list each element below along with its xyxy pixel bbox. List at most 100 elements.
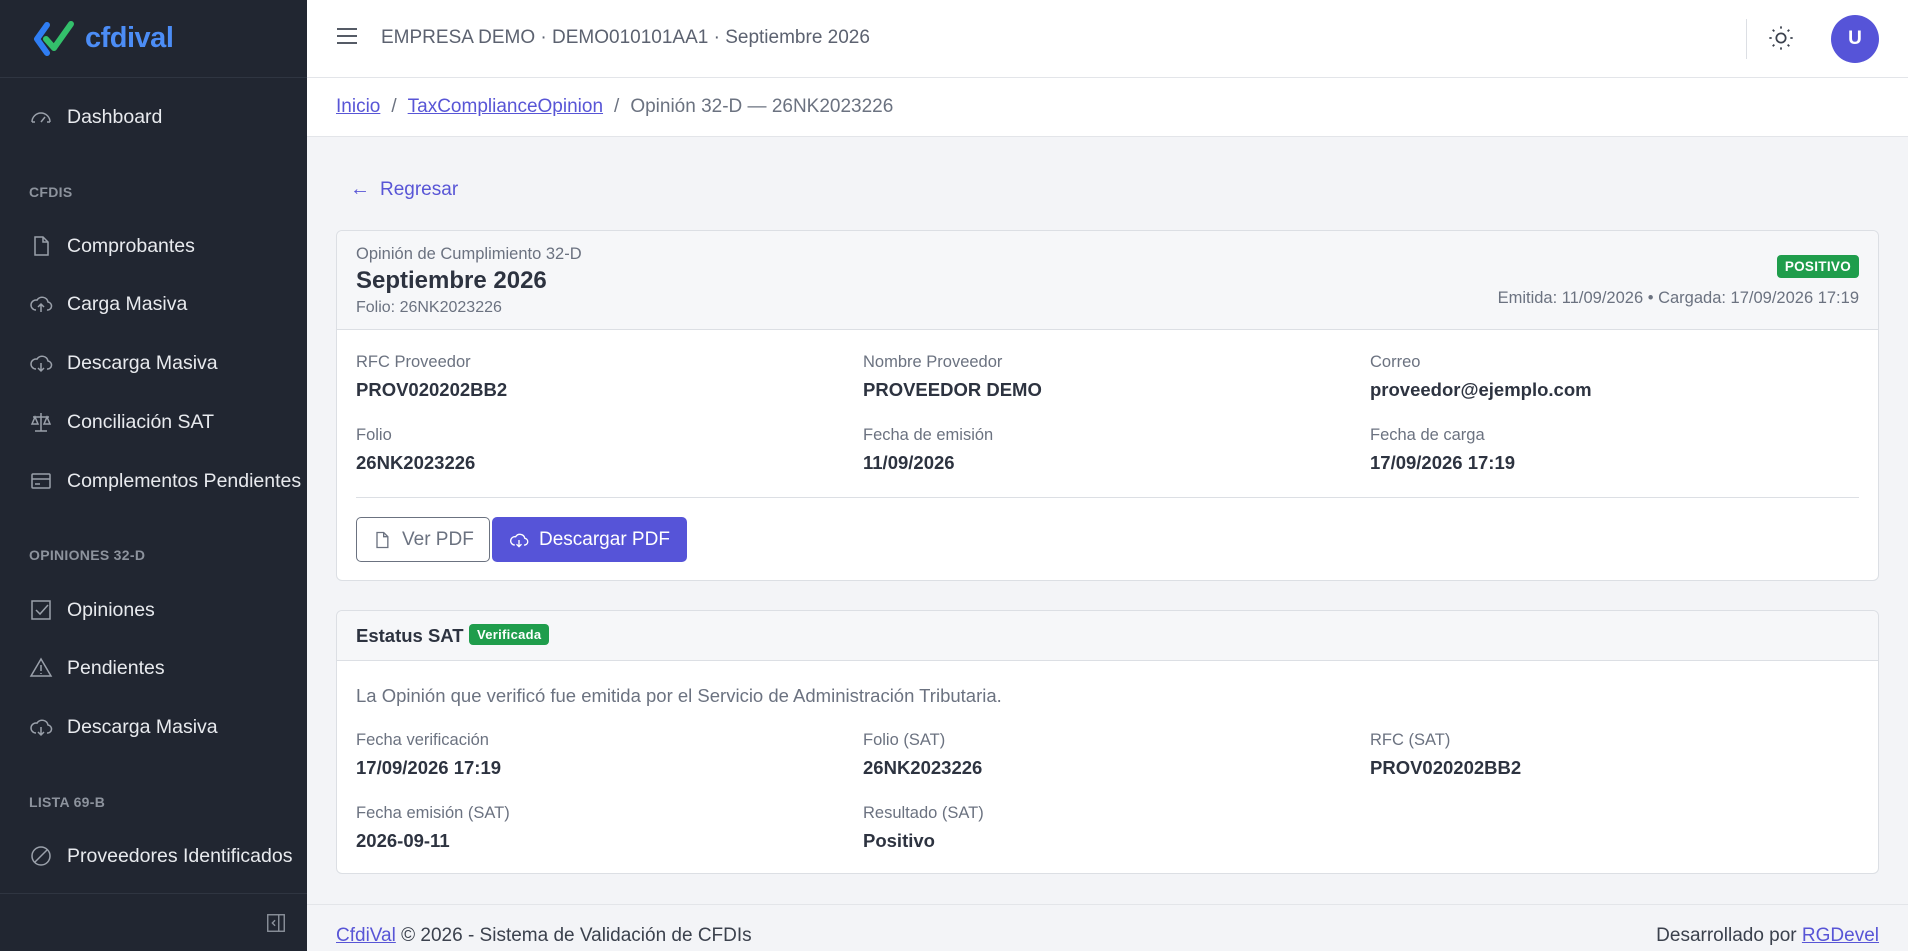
brand-name: cfdival bbox=[85, 22, 174, 54]
opinion-dates: Emitida: 11/09/2026 • Cargada: 17/09/202… bbox=[1497, 289, 1859, 307]
menu-toggle-icon[interactable] bbox=[337, 28, 357, 48]
opinion-card: Opinión de Cumplimiento 32-D Septiembre … bbox=[336, 230, 1879, 581]
sidebar-item-dashboard[interactable]: Dashboard bbox=[0, 92, 307, 142]
footer-brand-link[interactable]: CfdiVal bbox=[336, 925, 396, 946]
sidebar-item-label: Carga Masiva bbox=[67, 292, 188, 315]
user-avatar[interactable]: U bbox=[1831, 15, 1879, 63]
view-pdf-button[interactable]: Ver PDF bbox=[356, 517, 490, 562]
field-value: Positivo bbox=[863, 830, 935, 851]
field-value: proveedor@ejemplo.com bbox=[1370, 379, 1592, 400]
field-rfc-proveedor: RFC Proveedor PROV020202BB2 bbox=[356, 353, 507, 401]
speedometer-icon bbox=[29, 105, 53, 129]
sidebar: cfdival Dashboard CFDIS Comprobantes Car… bbox=[0, 0, 307, 951]
sidebar-item-pendientes[interactable]: Pendientes bbox=[0, 643, 307, 693]
field-value: 2026-09-11 bbox=[356, 830, 450, 851]
sidebar-collapse-bar bbox=[0, 893, 307, 951]
footer-dev-link[interactable]: RGDevel bbox=[1802, 925, 1879, 946]
field-value: 17/09/2026 17:19 bbox=[356, 757, 502, 778]
breadcrumb-separator: / bbox=[391, 96, 397, 117]
field-value: 11/09/2026 bbox=[863, 452, 955, 473]
cloud-upload-icon bbox=[29, 292, 53, 316]
field-resultado-sat: Resultado (SAT) Positivo bbox=[863, 804, 984, 852]
field-label: RFC (SAT) bbox=[1370, 731, 1451, 749]
sidebar-item-comprobantes[interactable]: Comprobantes bbox=[0, 221, 307, 271]
sidebar-item-label: Complementos Pendientes bbox=[67, 469, 302, 492]
field-label: Resultado (SAT) bbox=[863, 804, 984, 822]
footer-copyright: CfdiVal © 2026 - Sistema de Validación d… bbox=[336, 925, 752, 947]
sidebar-item-descarga-masiva-opiniones[interactable]: Descarga Masiva bbox=[0, 702, 307, 752]
breadcrumb: Inicio / TaxComplianceOpinion / Opinión … bbox=[307, 78, 1908, 137]
brand-logo[interactable]: cfdival bbox=[0, 0, 307, 78]
field-label: Folio (SAT) bbox=[863, 731, 946, 749]
theme-toggle-sun-icon[interactable] bbox=[1767, 24, 1795, 52]
footer-credits: Desarrollado por RGDevel bbox=[1656, 925, 1879, 947]
field-label: Fecha de carga bbox=[1370, 426, 1485, 444]
field-fecha-emision: Fecha de emisión 11/09/2026 bbox=[863, 426, 993, 474]
footer: CfdiVal © 2026 - Sistema de Validación d… bbox=[307, 904, 1908, 951]
sidebar-item-label: Comprobantes bbox=[67, 234, 195, 257]
sidebar-section-opiniones: OPINIONES 32-D bbox=[29, 547, 146, 563]
sat-status-card: Estatus SAT Verificada La Opinión que ve… bbox=[336, 610, 1879, 874]
balance-scale-icon bbox=[29, 410, 53, 434]
field-correo: Correo proveedor@ejemplo.com bbox=[1370, 353, 1592, 401]
sidebar-item-carga-masiva[interactable]: Carga Masiva bbox=[0, 279, 307, 329]
download-pdf-label: Descargar PDF bbox=[539, 528, 670, 550]
sat-status-description: La Opinión que verificó fue emitida por … bbox=[356, 685, 1002, 706]
field-rfc-sat: RFC (SAT) PROV020202BB2 bbox=[1370, 731, 1521, 779]
document-icon bbox=[29, 234, 53, 258]
cloud-download-icon bbox=[29, 351, 53, 375]
sidebar-item-label: Descarga Masiva bbox=[67, 351, 218, 374]
back-link-label: Regresar bbox=[380, 178, 459, 200]
field-label: Nombre Proveedor bbox=[863, 353, 1003, 371]
sidebar-item-descarga-masiva[interactable]: Descarga Masiva bbox=[0, 338, 307, 388]
field-label: Fecha verificación bbox=[356, 731, 489, 749]
cfdival-logo-icon bbox=[34, 20, 74, 56]
field-folio: Folio 26NK2023226 bbox=[356, 426, 475, 474]
header-divider bbox=[1746, 19, 1747, 59]
sidebar-item-conciliacion-sat[interactable]: Conciliación SAT bbox=[0, 397, 307, 447]
field-fecha-verificacion: Fecha verificación 17/09/2026 17:19 bbox=[356, 731, 501, 779]
sidebar-item-label: Proveedores Identificados bbox=[67, 844, 293, 867]
breadcrumb-current: Opinión 32-D — 26NK2023226 bbox=[630, 96, 894, 117]
company-context-title: EMPRESA DEMO · DEMO010101AA1 · Septiembr… bbox=[381, 27, 870, 48]
opinion-title: Septiembre 2026 bbox=[356, 267, 547, 294]
opinion-folio: Folio: 26NK2023226 bbox=[356, 299, 502, 316]
cloud-download-icon bbox=[509, 530, 529, 550]
back-link[interactable]: ← Regresar bbox=[350, 178, 458, 201]
sidebar-item-label: Conciliación SAT bbox=[67, 410, 215, 433]
field-value: 26NK2023226 bbox=[356, 452, 476, 473]
sidebar-item-label: Dashboard bbox=[67, 105, 163, 128]
sat-status-header: Estatus SAT Verificada bbox=[337, 611, 1878, 661]
divider bbox=[356, 497, 1859, 498]
field-label: Fecha de emisión bbox=[863, 426, 994, 444]
field-label: Fecha emisión (SAT) bbox=[356, 804, 510, 822]
warning-icon bbox=[29, 656, 53, 680]
breadcrumb-home-link[interactable]: Inicio bbox=[336, 96, 380, 118]
sidebar-item-label: Opiniones bbox=[67, 598, 155, 621]
breadcrumb-separator: / bbox=[614, 96, 620, 117]
field-value: PROV020202BB2 bbox=[356, 379, 508, 400]
credit-card-icon bbox=[29, 469, 53, 493]
opinion-subtitle: Opinión de Cumplimiento 32-D bbox=[356, 245, 582, 263]
field-nombre-proveedor: Nombre Proveedor PROVEEDOR DEMO bbox=[863, 353, 1042, 401]
breadcrumb-section-link[interactable]: TaxComplianceOpinion bbox=[408, 96, 603, 118]
field-value: 17/09/2026 17:19 bbox=[1370, 452, 1516, 473]
sidebar-item-proveedores-identificados[interactable]: Proveedores Identificados bbox=[0, 831, 307, 881]
sidebar-item-label: Pendientes bbox=[67, 656, 165, 679]
collapse-sidebar-icon[interactable] bbox=[265, 912, 287, 934]
download-pdf-button[interactable]: Descargar PDF bbox=[492, 517, 687, 562]
document-icon bbox=[372, 530, 392, 550]
sidebar-item-label: Descarga Masiva bbox=[67, 715, 218, 738]
field-value: 26NK2023226 bbox=[863, 757, 983, 778]
sidebar-section-cfdis: CFDIS bbox=[29, 184, 73, 200]
checkbox-icon bbox=[29, 598, 53, 622]
field-label: RFC Proveedor bbox=[356, 353, 471, 371]
field-value: PROV020202BB2 bbox=[1370, 757, 1522, 778]
field-label: Correo bbox=[1370, 353, 1421, 371]
field-label: Folio bbox=[356, 426, 392, 444]
status-badge: POSITIVO bbox=[1776, 255, 1859, 278]
field-fecha-carga: Fecha de carga 17/09/2026 17:19 bbox=[1370, 426, 1515, 474]
sidebar-item-opiniones[interactable]: Opiniones bbox=[0, 585, 307, 635]
sat-status-title: Estatus SAT bbox=[356, 625, 464, 646]
sidebar-item-complementos-pendientes[interactable]: Complementos Pendientes bbox=[0, 456, 307, 506]
